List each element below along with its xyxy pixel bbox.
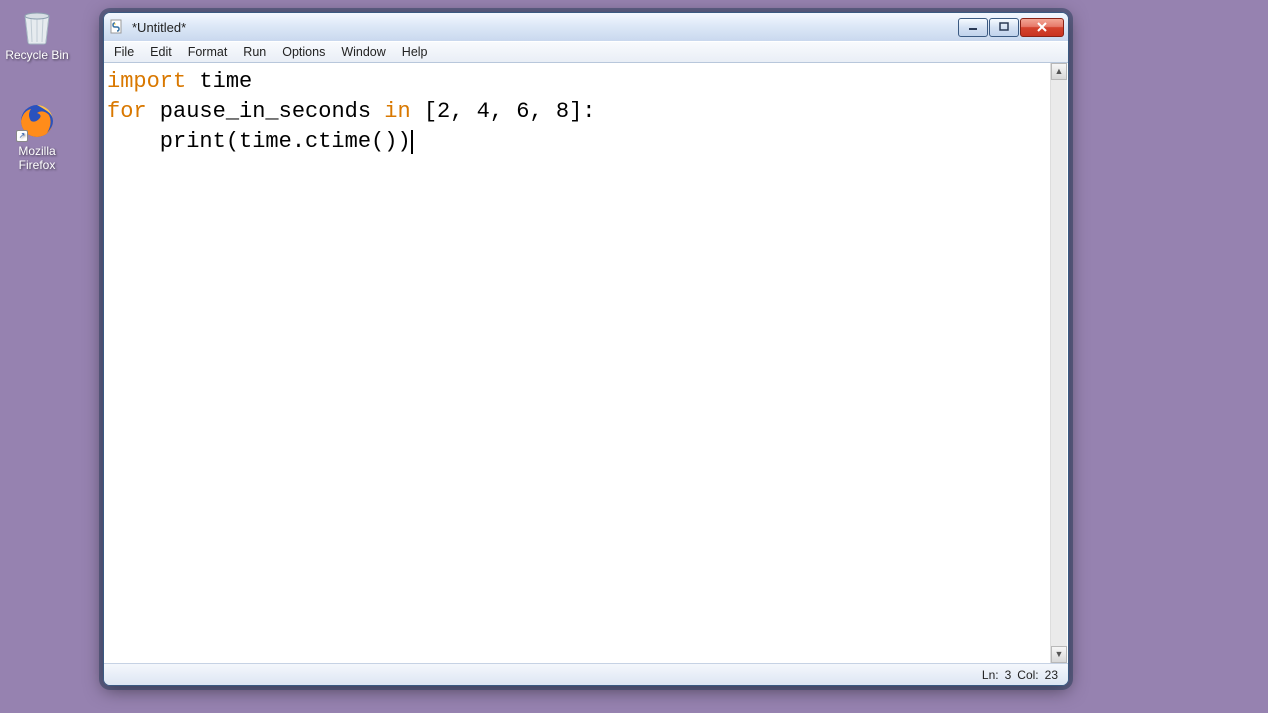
scroll-down-arrow-icon[interactable]: ▼ — [1051, 646, 1067, 663]
keyword-for: for — [107, 99, 147, 124]
status-col-label: Col: — [1017, 668, 1038, 682]
code-text: print(time.ctime()) — [107, 129, 411, 154]
menu-format[interactable]: Format — [180, 42, 236, 62]
text-cursor — [411, 130, 413, 154]
code-text: time — [186, 69, 252, 94]
desktop-icon-firefox[interactable]: ↗ Mozilla Firefox — [2, 100, 72, 172]
menu-run[interactable]: Run — [235, 42, 274, 62]
window-title: *Untitled* — [132, 20, 958, 35]
titlebar[interactable]: *Untitled* — [104, 13, 1068, 41]
vertical-scrollbar[interactable]: ▲ ▼ — [1050, 63, 1067, 663]
code-content[interactable]: import time for pause_in_seconds in [2, … — [105, 63, 1050, 663]
menu-edit[interactable]: Edit — [142, 42, 180, 62]
code-text: [2, 4, 6, 8]: — [411, 99, 596, 124]
maximize-button[interactable] — [989, 18, 1019, 37]
recycle-bin-icon — [16, 4, 58, 46]
status-line-value: 3 — [1005, 668, 1012, 682]
minimize-button[interactable] — [958, 18, 988, 37]
menu-options[interactable]: Options — [274, 42, 333, 62]
idle-editor-window: *Untitled* File Edit Format Run Options … — [103, 12, 1069, 686]
keyword-in: in — [384, 99, 410, 124]
menu-window[interactable]: Window — [333, 42, 393, 62]
scroll-up-arrow-icon[interactable]: ▲ — [1051, 63, 1067, 80]
python-file-icon — [110, 19, 126, 35]
firefox-label: Mozilla Firefox — [2, 144, 72, 172]
editor-area[interactable]: import time for pause_in_seconds in [2, … — [104, 63, 1068, 663]
status-col-value: 23 — [1045, 668, 1058, 682]
statusbar: Ln: 3 Col: 23 — [104, 663, 1068, 685]
code-text: pause_in_seconds — [147, 99, 385, 124]
firefox-icon: ↗ — [16, 100, 58, 142]
menubar: File Edit Format Run Options Window Help — [104, 41, 1068, 63]
window-controls — [958, 18, 1064, 37]
shortcut-overlay-icon: ↗ — [16, 130, 28, 142]
status-line-label: Ln: — [982, 668, 999, 682]
menu-help[interactable]: Help — [394, 42, 436, 62]
keyword-import: import — [107, 69, 186, 94]
close-button[interactable] — [1020, 18, 1064, 37]
menu-file[interactable]: File — [106, 42, 142, 62]
desktop-icon-recycle-bin[interactable]: Recycle Bin — [2, 4, 72, 62]
recycle-bin-label: Recycle Bin — [2, 48, 72, 62]
scroll-track[interactable] — [1051, 80, 1067, 646]
